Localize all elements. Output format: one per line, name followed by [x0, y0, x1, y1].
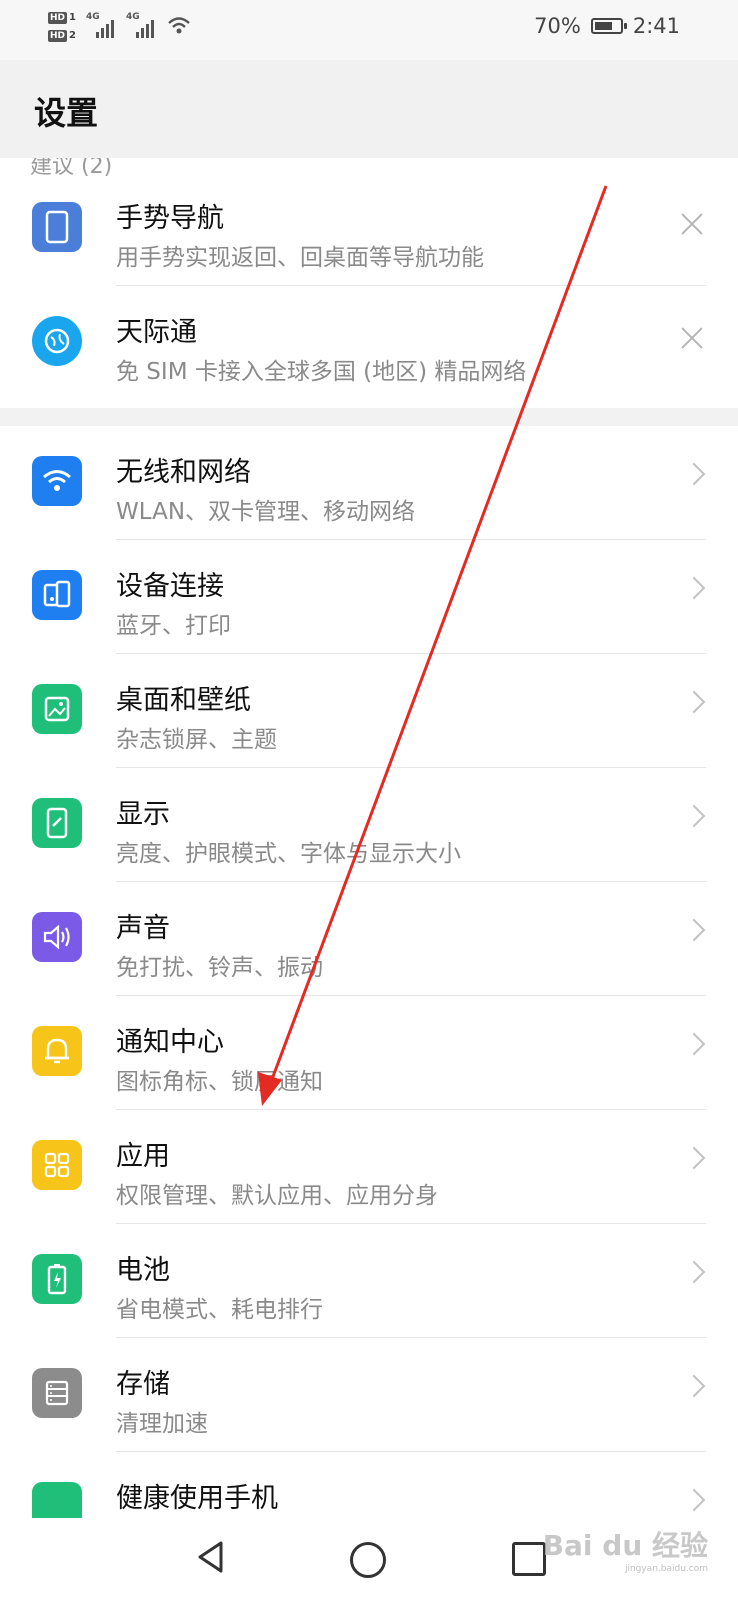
- battery-icon: [32, 1254, 82, 1304]
- gesture-nav-icon: [32, 202, 82, 252]
- battery-percent: 70%: [534, 14, 581, 38]
- home-icon[interactable]: [350, 1542, 386, 1578]
- chevron-right-icon: [682, 1260, 706, 1284]
- settings-item-wallpaper[interactable]: 桌面和壁纸 杂志锁屏、主题: [0, 654, 738, 768]
- navigation-bar: Bai du 经验 jingyan.baidu.com: [0, 1518, 738, 1600]
- apps-icon: [32, 1140, 82, 1190]
- settings-item-device-connect[interactable]: 设备连接 蓝牙、打印: [0, 540, 738, 654]
- item-subtitle: 图标角标、锁屏通知: [116, 1069, 323, 1095]
- chevron-right-icon: [682, 690, 706, 714]
- settings-item-digital-balance[interactable]: 健康使用手机: [0, 1452, 738, 1518]
- chevron-right-icon: [682, 1488, 706, 1512]
- item-title: 声音: [116, 913, 170, 944]
- dismiss-icon[interactable]: [678, 324, 706, 352]
- sim-indicators: HD 1 HD 2: [48, 12, 76, 42]
- item-title: 通知中心: [116, 1027, 224, 1058]
- clock: 2:41: [632, 14, 680, 38]
- settings-item-apps[interactable]: 应用 权限管理、默认应用、应用分身: [0, 1110, 738, 1224]
- item-title: 天际通: [116, 317, 197, 348]
- wifi-status-icon: [168, 17, 190, 34]
- suggestion-skylink[interactable]: 天际通 免 SIM 卡接入全球多国 (地区) 精品网络: [0, 286, 738, 400]
- item-subtitle: 免打扰、铃声、振动: [116, 955, 323, 981]
- item-subtitle: 省电模式、耗电排行: [116, 1297, 323, 1323]
- battery-icon: [590, 18, 627, 34]
- storage-icon: [32, 1368, 82, 1418]
- item-subtitle: WLAN、双卡管理、移动网络: [116, 499, 416, 525]
- bell-icon: [32, 1026, 82, 1076]
- item-subtitle: 亮度、护眼模式、字体与显示大小: [116, 841, 461, 867]
- wallpaper-icon: [32, 684, 82, 734]
- settings-list[interactable]: 建议 (2) 手势导航 用手势实现返回、回桌面等导航功能 天际通 免 SIM 卡…: [0, 158, 738, 1518]
- item-title: 桌面和壁纸: [116, 685, 251, 716]
- chevron-right-icon: [682, 1374, 706, 1398]
- app-header: 设置: [0, 60, 738, 158]
- globe-icon: [32, 316, 82, 366]
- health-icon: [32, 1482, 82, 1518]
- item-title: 显示: [116, 799, 170, 830]
- item-title: 电池: [116, 1255, 170, 1286]
- back-icon[interactable]: [196, 1540, 226, 1574]
- chevron-right-icon: [682, 918, 706, 942]
- chevron-right-icon: [682, 804, 706, 828]
- chevron-right-icon: [682, 462, 706, 486]
- item-title: 健康使用手机: [116, 1483, 278, 1514]
- settings-item-battery[interactable]: 电池 省电模式、耗电排行: [0, 1224, 738, 1338]
- page-title: 设置: [34, 94, 99, 132]
- settings-item-sound[interactable]: 声音 免打扰、铃声、振动: [0, 882, 738, 996]
- item-subtitle: 免 SIM 卡接入全球多国 (地区) 精品网络: [116, 359, 527, 385]
- item-title: 应用: [116, 1141, 170, 1172]
- watermark: Bai du 经验 jingyan.baidu.com: [542, 1529, 708, 1574]
- chevron-right-icon: [682, 1146, 706, 1170]
- sound-icon: [32, 912, 82, 962]
- device-connect-icon: [32, 570, 82, 620]
- item-subtitle: 用手势实现返回、回桌面等导航功能: [116, 245, 484, 271]
- chevron-right-icon: [682, 576, 706, 600]
- recent-apps-icon[interactable]: [512, 1542, 546, 1576]
- item-title: 存储: [116, 1369, 170, 1400]
- item-subtitle: 权限管理、默认应用、应用分身: [116, 1183, 438, 1209]
- signal-icon-2: 4G: [126, 12, 156, 38]
- settings-item-notifications[interactable]: 通知中心 图标角标、锁屏通知: [0, 996, 738, 1110]
- item-subtitle: 清理加速: [116, 1411, 208, 1437]
- settings-item-display[interactable]: 显示 亮度、护眼模式、字体与显示大小: [0, 768, 738, 882]
- display-icon: [32, 798, 82, 848]
- section-separator: [0, 408, 738, 426]
- item-title: 无线和网络: [116, 457, 251, 488]
- item-subtitle: 蓝牙、打印: [116, 613, 231, 639]
- item-title: 手势导航: [116, 203, 224, 234]
- dismiss-icon[interactable]: [678, 210, 706, 238]
- signal-icon: 4G: [86, 12, 116, 38]
- item-title: 设备连接: [116, 571, 224, 602]
- item-subtitle: 杂志锁屏、主题: [116, 727, 277, 753]
- settings-item-wireless[interactable]: 无线和网络 WLAN、双卡管理、移动网络: [0, 426, 738, 540]
- suggestion-gesture-nav[interactable]: 手势导航 用手势实现返回、回桌面等导航功能: [0, 172, 738, 286]
- settings-item-storage[interactable]: 存储 清理加速: [0, 1338, 738, 1452]
- chevron-right-icon: [682, 1032, 706, 1056]
- wifi-icon: [32, 456, 82, 506]
- status-bar: HD 1 HD 2 4G 4G 70% 2:41: [0, 0, 738, 60]
